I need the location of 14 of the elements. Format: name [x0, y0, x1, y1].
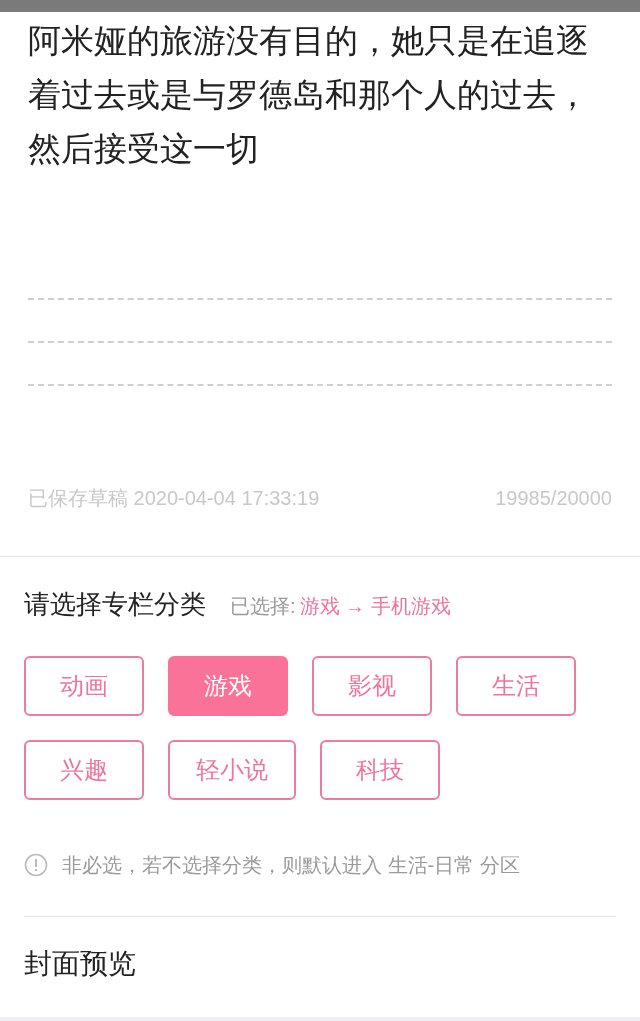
- category-chip[interactable]: 生活: [456, 656, 576, 716]
- category-chip[interactable]: 兴趣: [24, 740, 144, 800]
- info-icon: [24, 853, 48, 877]
- article-text: 阿米娅的旅游没有目的，她只是在追逐着过去或是与罗德岛和那个人的过去，然后接受这一切: [28, 21, 590, 169]
- cover-title: 封面预览: [24, 947, 136, 981]
- category-chip[interactable]: 动画: [24, 656, 144, 716]
- category-chip[interactable]: 影视: [312, 656, 432, 716]
- section-title: 请选择专栏分类: [24, 588, 206, 621]
- selected-label: 已选择:: [230, 594, 296, 619]
- category-chip[interactable]: 轻小说: [168, 740, 296, 800]
- hint-text: 非必选，若不选择分类，则默认进入 生活-日常 分区: [62, 853, 520, 878]
- category-chip[interactable]: 游戏: [168, 656, 288, 716]
- category-chip[interactable]: 科技: [320, 740, 440, 800]
- selected-path: 游戏 → 手机游戏: [299, 594, 451, 619]
